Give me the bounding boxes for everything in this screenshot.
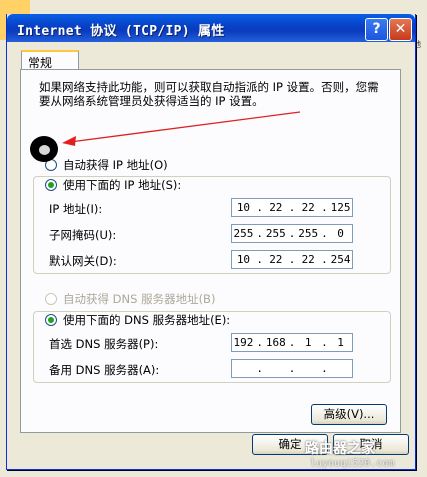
watermark-url: luyouqi520.com xyxy=(310,458,395,469)
annotation-arrow xyxy=(62,111,301,146)
watermark-title: 路由器之家 xyxy=(305,441,375,457)
